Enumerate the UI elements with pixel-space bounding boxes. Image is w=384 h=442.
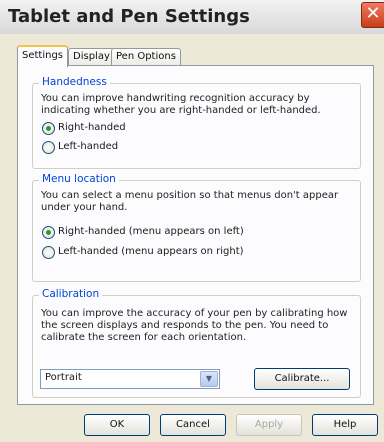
ok-button[interactable]: OK — [84, 414, 150, 436]
cancel-button[interactable]: Cancel — [160, 414, 226, 436]
handedness-legend: Handedness — [39, 76, 110, 88]
dialog-body: Settings Display Pen Options Handedness … — [0, 34, 384, 442]
apply-button[interactable]: Apply — [236, 414, 302, 436]
help-button[interactable]: Help — [312, 414, 378, 436]
menu-location-group: Menu location You can select a menu posi… — [32, 173, 361, 282]
menu-location-description: You can select a menu position so that m… — [41, 190, 339, 213]
handedness-description: You can improve handwriting recognition … — [41, 93, 321, 116]
handedness-group: Handedness You can improve handwriting r… — [32, 76, 361, 169]
tab-pen-options[interactable]: Pen Options — [111, 48, 181, 65]
radio-button[interactable] — [42, 122, 55, 135]
menu-location-legend: Menu location — [39, 173, 119, 185]
radio-button[interactable] — [42, 246, 55, 259]
radio-label: Right-handed (menu appears on left) — [58, 226, 244, 237]
chevron-down-icon[interactable]: ▼ — [200, 371, 218, 387]
dialog-footer: OK Cancel Apply Help — [0, 403, 384, 442]
radio-label: Right-handed — [58, 122, 126, 133]
calibration-description: You can improve the accuracy of your pen… — [41, 308, 348, 343]
calibration-legend: Calibration — [39, 288, 103, 300]
radio-button[interactable] — [42, 141, 55, 154]
title-bar: Tablet and Pen Settings ✕ — [0, 0, 384, 35]
settings-panel: Handedness You can improve handwriting r… — [17, 65, 374, 405]
tab-settings[interactable]: Settings — [17, 45, 69, 67]
window-title: Tablet and Pen Settings — [8, 6, 250, 27]
close-icon: ✕ — [365, 3, 381, 24]
radio-label: Left-handed (menu appears on right) — [58, 246, 244, 257]
orientation-value: Portrait — [45, 372, 82, 383]
tab-display[interactable]: Display — [68, 48, 115, 65]
calibration-group: Calibration You can improve the accuracy… — [32, 288, 361, 398]
radio-label: Left-handed — [58, 141, 119, 152]
radio-button[interactable] — [42, 226, 55, 239]
calibrate-button[interactable]: Calibrate... — [254, 368, 350, 390]
orientation-dropdown[interactable]: Portrait ▼ — [40, 369, 220, 389]
close-button[interactable]: ✕ — [361, 2, 384, 28]
